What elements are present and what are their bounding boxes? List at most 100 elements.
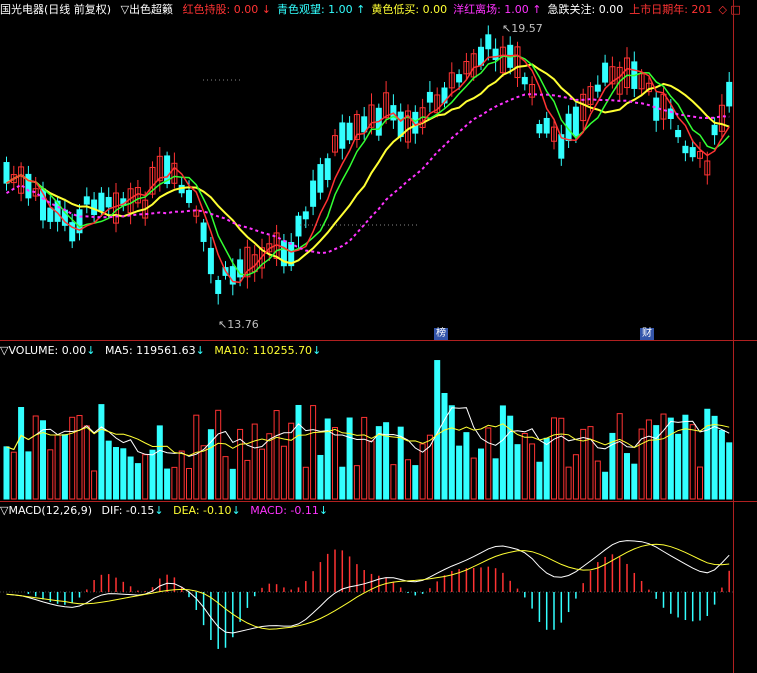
volume-bar bbox=[624, 453, 630, 500]
volume-bar bbox=[156, 425, 163, 500]
volume-bar bbox=[76, 415, 83, 500]
volume-bar bbox=[113, 447, 119, 500]
volume-bar bbox=[120, 448, 127, 500]
candle-body bbox=[186, 190, 192, 204]
candle-body bbox=[361, 116, 368, 133]
volume-bar bbox=[689, 424, 696, 500]
volume-bar bbox=[602, 471, 609, 500]
volume-bar bbox=[280, 445, 287, 500]
volume-bar bbox=[259, 448, 265, 500]
candle-body bbox=[682, 145, 689, 154]
volume-bar bbox=[222, 456, 229, 500]
volume-bar bbox=[543, 437, 550, 500]
volume-bar bbox=[47, 449, 54, 500]
volume-bar bbox=[448, 405, 455, 500]
volume-bar bbox=[390, 464, 397, 500]
ma-line-red bbox=[6, 54, 730, 284]
volume-bar bbox=[718, 429, 725, 500]
candle-body bbox=[83, 196, 90, 205]
volume-bar bbox=[675, 433, 682, 500]
candle-body bbox=[339, 122, 346, 149]
volume-bar bbox=[704, 408, 711, 500]
volume-bar bbox=[572, 454, 579, 500]
ma-line-green bbox=[6, 55, 730, 276]
volume-bar bbox=[83, 425, 90, 500]
volume-bar bbox=[32, 415, 39, 500]
volume-bar bbox=[536, 461, 543, 500]
volume-bar bbox=[368, 440, 375, 500]
volume-bar bbox=[266, 433, 273, 500]
volume-bar bbox=[697, 466, 703, 500]
volume-bar bbox=[529, 443, 536, 500]
candle-body bbox=[492, 48, 499, 60]
candle-body bbox=[295, 215, 302, 237]
volume-bar bbox=[478, 448, 484, 500]
volume-bar bbox=[426, 434, 433, 500]
volume-bar bbox=[193, 414, 200, 500]
volume-bar bbox=[375, 426, 382, 500]
candle-body bbox=[91, 199, 98, 215]
volume-bar bbox=[288, 422, 295, 500]
candle-body bbox=[602, 62, 609, 83]
candle-body bbox=[215, 279, 222, 294]
candle-body bbox=[689, 147, 696, 158]
volume-bar bbox=[558, 417, 565, 500]
low-price-annotation: ↖13.76 bbox=[218, 318, 259, 331]
volume-bar bbox=[499, 405, 506, 500]
candle-body bbox=[711, 124, 718, 136]
event-badge-finance[interactable]: 财 bbox=[640, 328, 654, 340]
volume-bar bbox=[186, 468, 192, 500]
volume-bar bbox=[25, 451, 32, 500]
volume-bar bbox=[667, 417, 674, 500]
right-axis-separator bbox=[733, 0, 734, 673]
candle-body bbox=[105, 196, 112, 208]
candle-body bbox=[594, 84, 601, 92]
volume-bar bbox=[682, 414, 689, 500]
candle-body bbox=[200, 222, 207, 242]
volume-bar bbox=[580, 428, 587, 500]
candle-body bbox=[317, 164, 324, 193]
volume-bar bbox=[631, 463, 638, 500]
candle-body bbox=[456, 74, 463, 83]
volume-chart[interactable] bbox=[0, 341, 757, 501]
candle-body bbox=[25, 173, 32, 199]
volume-bar bbox=[127, 456, 134, 500]
volume-bar bbox=[551, 417, 557, 500]
candlestick-chart[interactable] bbox=[0, 0, 757, 340]
volume-bar bbox=[514, 444, 521, 500]
candle-body bbox=[675, 129, 682, 138]
volume-bar bbox=[98, 404, 105, 500]
volume-bar bbox=[521, 432, 528, 500]
candle-body bbox=[98, 192, 105, 212]
volume-bar bbox=[332, 427, 338, 500]
volume-bar bbox=[616, 413, 623, 500]
macd-chart[interactable] bbox=[0, 502, 757, 673]
volume-bar bbox=[711, 415, 718, 500]
ma-line-magenta bbox=[5, 93, 730, 255]
candle-body bbox=[536, 124, 543, 134]
candle-body bbox=[207, 247, 214, 275]
volume-bar bbox=[273, 410, 280, 500]
candle-body bbox=[726, 81, 733, 107]
volume-bar bbox=[470, 457, 477, 500]
volume-bar bbox=[18, 407, 25, 500]
volume-bar bbox=[149, 449, 156, 500]
volume-bar bbox=[229, 468, 236, 500]
volume-bar bbox=[54, 434, 61, 500]
volume-bar bbox=[251, 423, 258, 500]
candle-body bbox=[397, 111, 404, 138]
volume-bar bbox=[310, 405, 317, 500]
candle-body bbox=[543, 117, 550, 134]
volume-bar bbox=[61, 434, 68, 500]
candle-body bbox=[426, 91, 433, 103]
volume-bar bbox=[441, 392, 448, 500]
candle-body bbox=[521, 76, 528, 85]
volume-bar bbox=[105, 440, 112, 500]
volume-bar bbox=[660, 413, 667, 500]
volume-bar bbox=[485, 427, 492, 500]
volume-bar bbox=[492, 458, 499, 500]
event-badge-ranking[interactable]: 榜 bbox=[434, 328, 448, 340]
candle-body bbox=[653, 97, 660, 121]
volume-bar bbox=[295, 404, 302, 500]
volume-bar bbox=[91, 470, 98, 500]
